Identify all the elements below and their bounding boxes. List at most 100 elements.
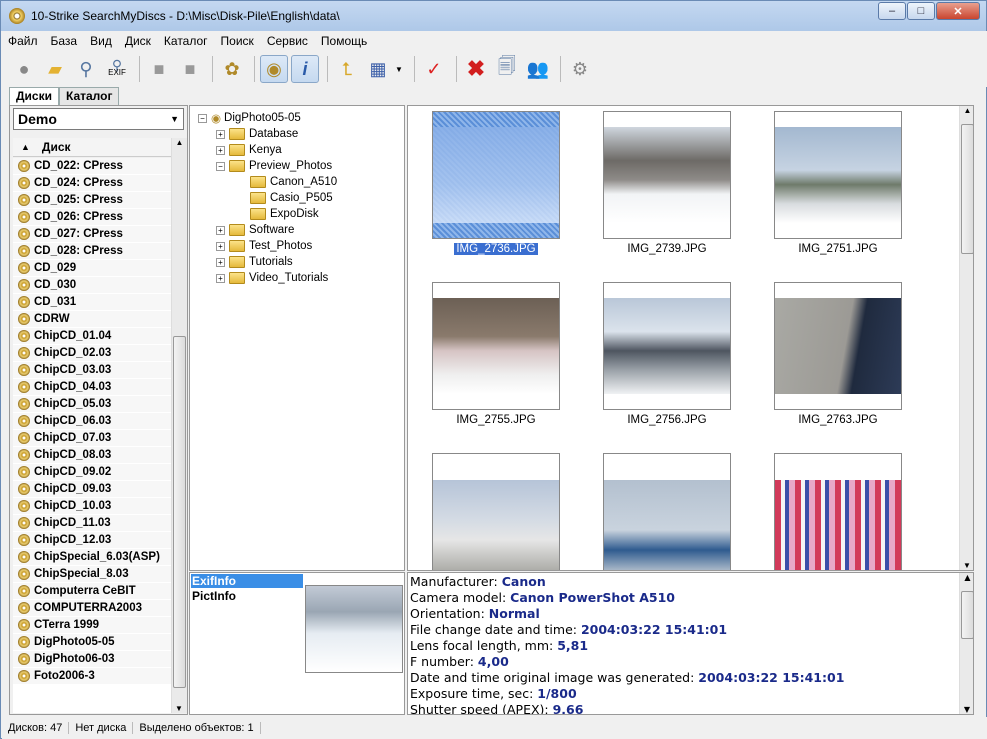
thumbnail-scrollbar[interactable]: ▲ ▼ bbox=[959, 106, 973, 570]
thumbnail-img-2763[interactable] bbox=[774, 282, 902, 410]
scroll-up-icon[interactable]: ▲ bbox=[960, 106, 973, 115]
maximize-button[interactable]: □ bbox=[907, 2, 935, 20]
disk-list-item[interactable]: ChipCD_04.03 bbox=[13, 379, 171, 396]
disk-list-item[interactable]: ChipCD_02.03 bbox=[13, 345, 171, 362]
expand-icon[interactable]: + bbox=[216, 273, 225, 283]
exif-scrollbar[interactable]: ▲ ▼ bbox=[959, 573, 973, 714]
title-bar[interactable]: 10-Strike SearchMyDiscs - D:\Misc\Disk-P… bbox=[1, 1, 986, 31]
expand-icon[interactable]: + bbox=[216, 145, 225, 155]
thumbnail-caption[interactable]: IMG_2756.JPG bbox=[603, 414, 731, 426]
users-button[interactable]: 👥 bbox=[524, 55, 552, 83]
expand-icon[interactable]: + bbox=[216, 241, 225, 251]
tab-catalog[interactable]: Каталог bbox=[58, 87, 120, 105]
disk-list-item[interactable]: Computerra CeBIT bbox=[13, 583, 171, 600]
database-select[interactable]: Demo ▼ bbox=[13, 108, 184, 130]
disk-list-item[interactable]: CD_025: CPress bbox=[13, 192, 171, 209]
tree-node-casio-p505[interactable]: Casio_P505 bbox=[250, 190, 333, 206]
menu-search[interactable]: Поиск bbox=[221, 34, 254, 48]
thumbnail-caption[interactable]: IMG_2763.JPG bbox=[774, 414, 902, 426]
thumbnail-img-2739[interactable] bbox=[603, 111, 731, 239]
scroll-down-icon[interactable]: ▼ bbox=[960, 705, 973, 714]
disk-list-scroll-thumb[interactable] bbox=[173, 336, 186, 688]
thumbnail-img-2755[interactable] bbox=[432, 282, 560, 410]
tree-node-kenya[interactable]: + Kenya bbox=[216, 142, 282, 158]
chevron-down-icon[interactable]: ▼ bbox=[395, 65, 403, 74]
disk-list-item[interactable]: COMPUTERRA2003 bbox=[13, 600, 171, 617]
thumbnail-church-2[interactable] bbox=[603, 453, 731, 570]
disk-list-item[interactable]: ChipCD_10.03 bbox=[13, 498, 171, 515]
add-disk-button[interactable]: ● bbox=[10, 55, 38, 83]
thumbnail-caption[interactable]: IMG_2736.JPG bbox=[432, 243, 560, 255]
menu-disk[interactable]: Диск bbox=[125, 34, 151, 48]
disk-list-item[interactable]: CD_022: CPress bbox=[13, 158, 171, 175]
disk-list-item[interactable]: DigPhoto06-03 bbox=[13, 651, 171, 668]
disk-list-item[interactable]: ChipSpecial_8.03 bbox=[13, 566, 171, 583]
disk-list-item[interactable]: CD_024: CPress bbox=[13, 175, 171, 192]
open-folder-button[interactable]: ▰ bbox=[41, 55, 69, 83]
close-button[interactable]: ✕ bbox=[936, 2, 980, 20]
thumbnail-img-2751[interactable] bbox=[774, 111, 902, 239]
tree-node-preview-photos[interactable]: − Preview_Photos bbox=[216, 158, 332, 174]
menu-view[interactable]: Вид bbox=[90, 34, 112, 48]
collapse-icon[interactable]: − bbox=[198, 113, 207, 123]
search-button[interactable]: ⚲ bbox=[72, 55, 100, 83]
disk-list-item[interactable]: ChipCD_05.03 bbox=[13, 396, 171, 413]
disk-list-item[interactable]: CD_029 bbox=[13, 260, 171, 277]
tree-node-canon-a510[interactable]: Canon_A510 bbox=[250, 174, 337, 190]
delete-button[interactable]: ✖ bbox=[462, 55, 490, 83]
disk-list-item[interactable]: CTerra 1999 bbox=[13, 617, 171, 634]
disk-list-item[interactable]: CD_031 bbox=[13, 294, 171, 311]
disk-list-item[interactable]: CD_026: CPress bbox=[13, 209, 171, 226]
disk-list-item[interactable]: ChipCD_11.03 bbox=[13, 515, 171, 532]
up-folder-button[interactable]: ⮤ bbox=[333, 55, 361, 83]
tree-node-expodisk[interactable]: ExpoDisk bbox=[250, 206, 319, 222]
disk-list-item[interactable]: ChipCD_01.04 bbox=[13, 328, 171, 345]
thumbnail-caption[interactable]: IMG_2739.JPG bbox=[603, 243, 731, 255]
disk-view-button[interactable]: ◉ bbox=[260, 55, 288, 83]
menu-file[interactable]: Файл bbox=[8, 34, 38, 48]
minimize-button[interactable]: – bbox=[878, 2, 906, 20]
disk-list-item[interactable]: CDRW bbox=[13, 311, 171, 328]
scroll-up-icon[interactable]: ▲ bbox=[172, 138, 187, 147]
thumbnail-church-1[interactable] bbox=[432, 453, 560, 570]
expand-icon[interactable]: + bbox=[216, 129, 225, 139]
collapse-icon[interactable]: − bbox=[216, 161, 225, 171]
disk-list-item[interactable]: ChipCD_09.03 bbox=[13, 481, 171, 498]
exif-scroll-thumb[interactable] bbox=[961, 591, 973, 639]
disk-list-item[interactable]: ChipCD_12.03 bbox=[13, 532, 171, 549]
disabled-button-2[interactable]: ■ bbox=[176, 55, 204, 83]
disk-list-item[interactable]: ChipCD_03.03 bbox=[13, 362, 171, 379]
disk-list-item[interactable]: ChipCD_09.02 bbox=[13, 464, 171, 481]
nav-exifinfo[interactable]: ExifInfo bbox=[191, 574, 303, 588]
nav-pictinfo[interactable]: PictInfo bbox=[191, 589, 303, 603]
thumbnail-scroll-thumb[interactable] bbox=[961, 124, 973, 254]
settings-button[interactable]: ⚙ bbox=[566, 55, 594, 83]
thumbnail-caption[interactable]: IMG_2755.JPG bbox=[432, 414, 560, 426]
disk-list-item[interactable]: ChipCD_08.03 bbox=[13, 447, 171, 464]
disk-list-item[interactable]: CD_030 bbox=[13, 277, 171, 294]
tree-node-test-photos[interactable]: + Test_Photos bbox=[216, 238, 312, 254]
disk-column-header[interactable]: ▲ Диск bbox=[13, 138, 171, 157]
tree-node-tutorials[interactable]: + Tutorials bbox=[216, 254, 293, 270]
expand-icon[interactable]: + bbox=[216, 225, 225, 235]
scroll-up-icon[interactable]: ▲ bbox=[960, 573, 973, 582]
menu-help[interactable]: Помощь bbox=[321, 34, 367, 48]
info-button[interactable]: i bbox=[291, 55, 319, 83]
expand-icon[interactable]: + bbox=[216, 257, 225, 267]
disk-list-item[interactable]: ChipCD_07.03 bbox=[13, 430, 171, 447]
disk-list-item[interactable]: DigPhoto05-05 bbox=[13, 634, 171, 651]
thumbnail-market[interactable] bbox=[774, 453, 902, 570]
disk-list-scrollbar[interactable]: ▲ ▼ bbox=[171, 138, 187, 713]
thumbnail-caption[interactable]: IMG_2751.JPG bbox=[774, 243, 902, 255]
tab-disks[interactable]: Диски bbox=[9, 87, 59, 106]
disk-list-item[interactable]: Foto2006-3 bbox=[13, 668, 171, 685]
thumbnail-img-2736[interactable] bbox=[432, 111, 560, 239]
tree-node-database[interactable]: + Database bbox=[216, 126, 298, 142]
tree-node-software[interactable]: + Software bbox=[216, 222, 294, 238]
scroll-down-icon[interactable]: ▼ bbox=[172, 704, 186, 713]
menu-catalog[interactable]: Каталог bbox=[164, 34, 208, 48]
thumbnail-img-2756[interactable] bbox=[603, 282, 731, 410]
disk-list-item[interactable]: CD_028: CPress bbox=[13, 243, 171, 260]
disk-list-item[interactable]: CD_027: CPress bbox=[13, 226, 171, 243]
disabled-button-1[interactable]: ■ bbox=[145, 55, 173, 83]
